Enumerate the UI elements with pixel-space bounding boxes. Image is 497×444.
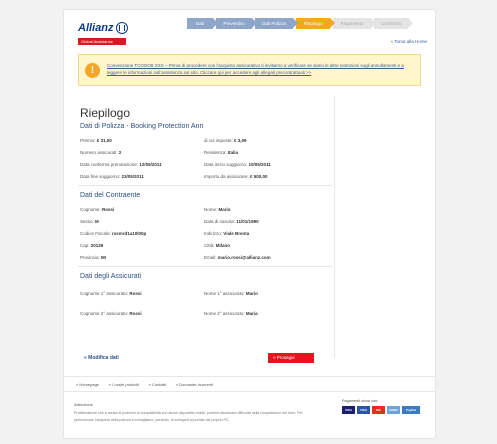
footer-link-products[interactable]: » I nostri prodotti [109, 382, 139, 387]
insured-grid: Cognome 1° assicurato: Rossi Nome 1° ass… [80, 288, 332, 320]
paypal-icon: PayPal [402, 406, 420, 414]
payment-cards: VISA VISA MC AMEX PayPal [342, 406, 420, 414]
divider [78, 185, 332, 186]
mastercard-icon: MC [372, 406, 385, 414]
sub-brand-bar: Global Assistance [78, 38, 126, 45]
back-home-link[interactable]: « Torna alla Home [391, 39, 427, 44]
allianz-logo[interactable]: Allianz [78, 18, 129, 38]
allianz-eagle-icon [116, 22, 129, 34]
footer-link-homepage[interactable]: » Homepage [76, 382, 99, 387]
step-dati: Dati [187, 18, 218, 29]
insured-section-title: Dati degli Assicurati [80, 273, 142, 280]
amex-card-icon: AMEX [387, 406, 400, 414]
field-premio: Premio: € 31,00 [80, 138, 112, 143]
field-data-conferma: Data conferma prenotazione: 12/05/2011 [80, 162, 162, 167]
field-imposte: di cui imposte: € 3,09 [204, 138, 247, 143]
field-cognome-2: Cognome 2° assicurato: Rossi [80, 311, 142, 316]
step-conferma: Conferma [374, 18, 413, 29]
exclamation-icon: ! [85, 63, 100, 78]
field-residenza: Residenza: Italia [204, 150, 239, 155]
field-cognome-1: Cognome 1° assicurato: Rossi [80, 291, 142, 296]
field-cognome: Cognome: Rossi [80, 207, 115, 212]
visa-card-icon: VISA [342, 406, 355, 414]
divider [78, 266, 332, 267]
proceed-button[interactable]: » Prosegui [268, 353, 314, 363]
field-importo: Importo da assicurare: € 500,00 [204, 174, 268, 179]
summary-content: Riepilogo Dati di Polizza - Booking Prot… [78, 98, 332, 320]
field-cap: Cap: 20139 [80, 243, 104, 248]
attention-title: Attenzione [74, 402, 93, 407]
field-data-inizio: Data inizio soggiorno: 10/05/2011 [204, 162, 271, 167]
field-data-nascita: Data di nascita: 11/01/1990 [204, 219, 259, 224]
notice-banner: ! Convenzione TCOOO8 XXX – Prima di proc… [78, 54, 421, 86]
logo-text: Allianz [78, 22, 114, 34]
footer-link-contacts[interactable]: » Contatti [149, 382, 166, 387]
step-riepilogo: Riepilogo [296, 18, 335, 29]
footer-nav: » Homepage » I nostri prodotti » Contatt… [64, 376, 435, 392]
field-nome-1: Nome 1° assicurato: Mario [204, 291, 258, 296]
notice-link[interactable]: Convenzione TCOOO8 XXX – Prima di proced… [107, 62, 415, 76]
policy-grid: Premio: € 31,00 di cui imposte: € 3,09 N… [80, 135, 332, 183]
field-indirizzo: Indirizzo: Viale Brenta [204, 231, 250, 236]
contractor-section-title: Dati del Contraente [80, 192, 141, 199]
field-nome-2: Nome 2° assicurato: Maria [204, 311, 258, 316]
visa-electron-card-icon: VISA [357, 406, 370, 414]
right-column [334, 96, 421, 358]
form-actions: « Modifica dati » Prosegui [78, 353, 332, 365]
page-container: Allianz Global Assistance Dati Preventiv… [64, 10, 435, 438]
step-preventivo: Preventivo [216, 18, 257, 29]
header: Allianz Global Assistance Dati Preventiv… [64, 10, 435, 48]
field-data-fine: Data fine soggiorno: 23/05/2011 [80, 174, 144, 179]
contractor-grid: Cognome: Rossi Nome: Mario Sesso: M Data… [80, 204, 332, 264]
modify-data-link[interactable]: « Modifica dati [84, 355, 119, 361]
step-pagamento: Pagamento [333, 18, 376, 29]
footer-link-faq[interactable]: » Domande ricorrenti [176, 382, 213, 387]
attention-text: Problematiche che a causa di problemi di… [74, 411, 303, 422]
page-title: Riepilogo [80, 106, 131, 120]
field-numero-assicurati: Numero assicurati: 2 [80, 150, 122, 155]
field-citta: Città: Milano [204, 243, 231, 248]
field-codice-fiscale: Codice Fiscale: rssmrd1a10l00p [80, 231, 147, 236]
step-dati-polizza: Dati Polizza [255, 18, 298, 29]
field-email: Email: mario.rossi@allianz.com [204, 255, 271, 260]
payments-title: Pagamenti sicuri con: [342, 399, 379, 403]
field-nome: Nome: Mario [204, 207, 231, 212]
policy-section-title: Dati di Polizza - Booking Protection Ann [80, 123, 204, 130]
field-sesso: Sesso: M [80, 219, 99, 224]
progress-steps: Dati Preventivo Dati Polizza Riepilogo P… [187, 18, 413, 29]
field-provincia: Provincia: MI [80, 255, 107, 260]
